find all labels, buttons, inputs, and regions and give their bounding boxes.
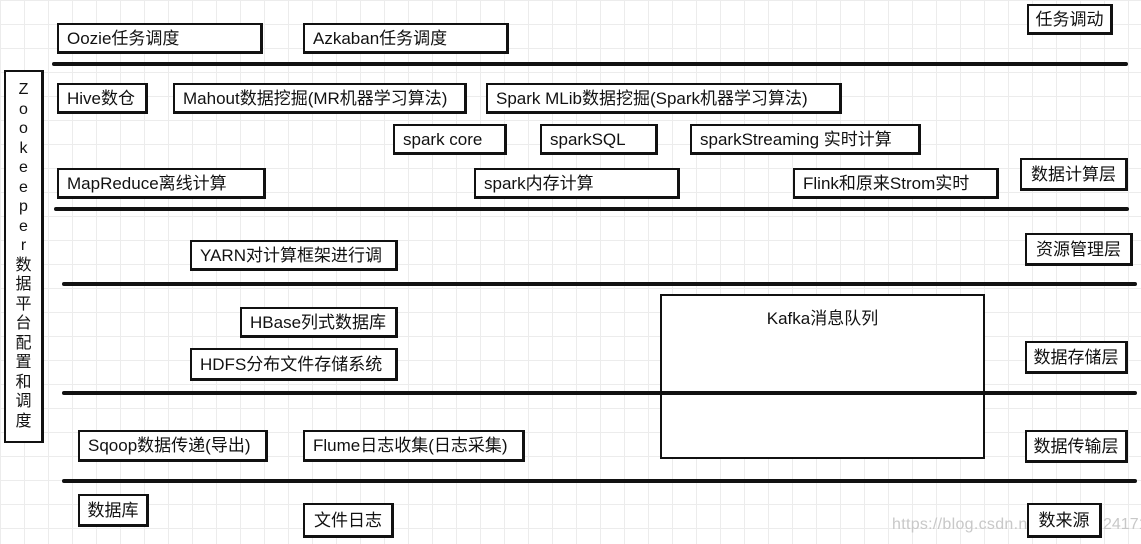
zookeeper-label-char: 据 <box>15 276 32 293</box>
mapreduce-box: MapReduce离线计算 <box>57 168 266 199</box>
mahout-box: Mahout数据挖掘(MR机器学习算法) <box>173 83 467 114</box>
zookeeper-label-char: o <box>19 100 28 118</box>
watermark: https://blog.csdn.net/ <box>892 516 1047 533</box>
layer-label-resource: 资源管理层 <box>1025 233 1133 266</box>
zookeeper-label-char: 和 <box>15 373 32 391</box>
oozie-box: Oozie任务调度 <box>57 23 263 54</box>
zookeeper-label-char: 数 <box>15 256 32 274</box>
database-box: 数据库 <box>78 494 149 527</box>
hdfs-box: HDFS分布文件存储系统 <box>190 348 398 381</box>
spark-memory-box: spark内存计算 <box>474 168 680 199</box>
flume-box: Flume日志收集(日志采集) <box>303 430 525 462</box>
zookeeper-label-char: 置 <box>15 354 32 371</box>
layer-label-scheduling: 任务调动 <box>1027 4 1113 35</box>
zookeeper-label-char: Z <box>18 81 29 98</box>
watermark-tail: 24171 <box>1103 516 1141 533</box>
zookeeper-label-char: 配 <box>15 334 32 352</box>
flink-box: Flink和原来Strom实时 <box>793 168 999 199</box>
kafka-label: Kafka消息队列 <box>766 309 879 328</box>
layer-label-compute: 数据计算层 <box>1020 158 1128 191</box>
divider <box>52 62 1128 66</box>
file-log-box: 文件日志 <box>303 503 394 538</box>
spark-streaming-box: sparkStreaming 实时计算 <box>690 124 921 155</box>
sqoop-box: Sqoop数据传递(导出) <box>78 430 268 462</box>
layer-label-transport: 数据传输层 <box>1025 430 1128 463</box>
divider <box>62 479 1137 483</box>
divider <box>62 282 1137 286</box>
zookeeper-label-char: e <box>19 217 28 235</box>
zookeeper-label-char: k <box>19 139 28 157</box>
spark-core-box: spark core <box>393 124 507 155</box>
hbase-box: HBase列式数据库 <box>240 307 398 338</box>
divider <box>54 207 1129 211</box>
layer-label-source: 数来源 <box>1027 503 1102 538</box>
zookeeper-label-char: 调 <box>15 393 32 410</box>
hive-box: Hive数仓 <box>57 83 148 114</box>
zookeeper-label-char: o <box>19 120 28 137</box>
zookeeper-label-char: r <box>20 237 27 254</box>
zookeeper-label-char: 台 <box>15 315 32 332</box>
spark-mlib-box: Spark MLib数据挖掘(Spark机器学习算法) <box>486 83 842 114</box>
layer-label-storage: 数据存储层 <box>1025 341 1128 374</box>
zookeeper-label-char: e <box>19 178 28 196</box>
zookeeper-box: Zookeeper数据平台配置和调度 <box>4 70 44 443</box>
zookeeper-label-char: 平 <box>15 295 32 313</box>
sparksql-box: sparkSQL <box>540 124 658 155</box>
azkaban-box: Azkaban任务调度 <box>303 23 509 54</box>
divider <box>62 391 1137 395</box>
yarn-box: YARN对计算框架进行调 <box>190 240 398 271</box>
zookeeper-label-char: p <box>19 198 28 215</box>
zookeeper-label-char: e <box>19 159 28 176</box>
zookeeper-label-char: 度 <box>15 412 32 430</box>
kafka-box: Kafka消息队列 <box>660 294 985 459</box>
